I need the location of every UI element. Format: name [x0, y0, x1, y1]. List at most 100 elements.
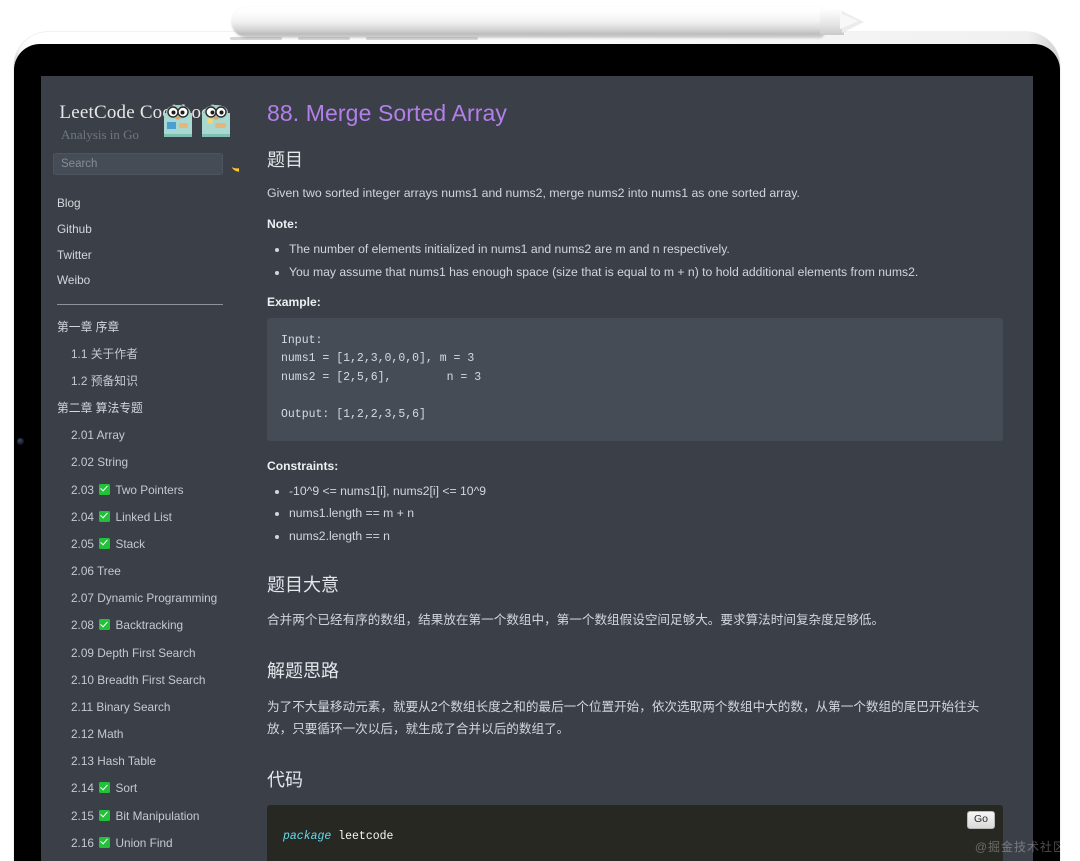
toc-item[interactable]: 2.10 Breadth First Search	[41, 666, 239, 693]
page-title: 88. Merge Sorted Array	[267, 100, 507, 126]
section-heading-summary: 题目大意	[267, 574, 339, 595]
code-block: Go package leetcode func merge(nums1 []i…	[267, 804, 1003, 861]
main-content: 88. Merge Sorted Array 题目 Given two sort…	[239, 76, 1033, 861]
toc-item[interactable]: 2.04 Linked List	[41, 503, 239, 530]
search-input[interactable]	[53, 153, 223, 175]
quicklink-blog[interactable]: Blog	[57, 191, 223, 217]
example-label: Example:	[267, 294, 321, 309]
toc-item[interactable]: 2.13 Hash Table	[41, 748, 239, 775]
toc-item-number: 2.13	[71, 754, 98, 769]
toc-item-label: Two Pointers	[115, 482, 184, 497]
toc-item-number: 2.09	[71, 645, 98, 660]
code-package-name: leetcode	[331, 829, 394, 843]
check-icon	[99, 483, 111, 495]
toc-item-number: 2.15	[71, 808, 98, 823]
constraint-item: nums1.length == m + n	[289, 504, 1003, 522]
code-keyword-package: package	[283, 829, 332, 843]
quicklink-weibo[interactable]: Weibo	[57, 268, 223, 294]
code-content: package leetcode func merge(nums1 []int,…	[283, 827, 987, 861]
toc-item-label: Depth First Search	[97, 645, 196, 660]
toc-item-number: 2.10	[71, 672, 98, 687]
toc-item-label: Backtracking	[115, 618, 184, 633]
section-heading-problem: 题目	[267, 149, 303, 170]
toc-item[interactable]: 2.08 Backtracking	[41, 612, 239, 639]
toc-item-number: 2.07	[71, 591, 98, 606]
toc-item-label: 预备知识	[90, 374, 138, 388]
toc-item-number: 2.03	[71, 482, 98, 497]
toc-item[interactable]: 2.09 Depth First Search	[41, 639, 239, 666]
toc-item[interactable]: 2.17 Sliding Window	[41, 856, 239, 861]
toc-item-number: 2.02	[71, 455, 98, 470]
gopher-icon-2	[202, 105, 230, 137]
toc-item-number: 2.16	[71, 835, 98, 850]
toc-item-label: Math	[97, 727, 124, 742]
toc-item-label: Dynamic Programming	[97, 591, 218, 606]
toc-item-number: 2.01	[71, 428, 97, 443]
toc-item[interactable]: 2.16 Union Find	[41, 829, 239, 856]
quick-links: Blog Github Twitter Weibo	[57, 175, 223, 294]
constraint-item: nums2.length == n	[289, 527, 1003, 545]
toc-item[interactable]: 2.12 Math	[41, 721, 239, 748]
toc-item-label: Tree	[97, 564, 121, 579]
toc-chapter[interactable]: 第一章 序章	[41, 313, 239, 340]
check-icon	[99, 510, 111, 522]
toc-item-number: 2.14	[71, 781, 98, 796]
toc-item-label: Linked List	[115, 509, 172, 524]
front-camera-icon	[17, 438, 24, 445]
section-heading-code: 代码	[267, 770, 303, 791]
toc-item[interactable]: 2.14 Sort	[41, 775, 239, 802]
apple-pencil	[232, 7, 864, 37]
toc-item[interactable]: 2.15 Bit Manipulation	[41, 802, 239, 829]
antenna-line-2	[298, 37, 350, 40]
code-language-badge[interactable]: Go	[966, 810, 995, 830]
constraints-label: Constraints:	[267, 458, 339, 473]
toc-item-label: Hash Table	[97, 754, 157, 769]
toc-item-number: 2.05	[71, 536, 98, 551]
toc-item[interactable]: 1.2 预备知识	[41, 368, 239, 395]
toc-item-number: 1.1	[71, 346, 91, 361]
table-of-contents: 第一章 序章 1.1 关于作者 1.2 预备知识 第二章 算法专题 2.01 Array…	[41, 305, 239, 861]
toc-item-number: 2.06	[71, 564, 98, 579]
toc-item[interactable]: 2.11 Binary Search	[41, 693, 239, 720]
toc-item-label: Bit Manipulation	[115, 808, 200, 823]
check-icon	[99, 809, 111, 821]
toc-item-label: Array	[96, 428, 125, 443]
constraint-item: -10^9 <= nums1[i], nums2[i] <= 10^9	[289, 482, 1003, 500]
toc-item-number: 2.11	[71, 699, 97, 714]
toc-item[interactable]: 2.03 Two Pointers	[41, 476, 239, 503]
toc-item[interactable]: 2.05 Stack	[41, 530, 239, 557]
toc-item[interactable]: 2.02 String	[41, 449, 239, 476]
gopher-icon-1	[164, 105, 192, 137]
note-item: You may assume that nums1 has enough spa…	[289, 263, 1003, 281]
note-label: Note:	[267, 217, 298, 232]
brand-header: LeetCode Cookbook Analysis in Go	[41, 76, 239, 143]
toc-item-number: 1.2	[71, 374, 91, 388]
section-heading-approach: 解题思路	[267, 661, 339, 682]
toc-item-label: Union Find	[115, 835, 173, 850]
toc-item[interactable]: 2.06 Tree	[41, 558, 239, 585]
toc-item-number: 2.12	[71, 727, 98, 742]
toc-item-label: String	[97, 455, 129, 470]
quicklink-twitter[interactable]: Twitter	[57, 243, 223, 269]
antenna-line-3	[366, 37, 478, 40]
approach-text: 为了不大量移动元素，就要从2个数组长度之和的最后一个位置开始，依次选取两个数组中…	[267, 700, 980, 737]
toc-item-number: 2.08	[71, 618, 98, 633]
search-row: 🌙 GO	[41, 143, 239, 175]
sidebar: LeetCode Cookbook Analysis in Go Search …	[41, 76, 239, 861]
toc-chapter[interactable]: 第二章 算法专题	[41, 395, 239, 422]
example-code-block: Input: nums1 = [1,2,3,0,0,0], m = 3 nums…	[267, 317, 1003, 441]
moon-theme-toggle-icon[interactable]: 🌙	[231, 157, 239, 171]
toc-item-label: Binary Search	[96, 699, 171, 714]
toc-item-number: 2.04	[71, 509, 98, 524]
toc-item-label: Breadth First Search	[97, 672, 206, 687]
toc-item-label: Stack	[115, 536, 146, 551]
quicklink-github[interactable]: Github	[57, 217, 223, 243]
note-item: The number of elements initialized in nu…	[289, 240, 1003, 258]
screenshot-stage: LeetCode Cookbook Analysis in Go Search …	[0, 0, 1080, 861]
toc-item[interactable]: 2.01 Array	[41, 422, 239, 449]
toc-item[interactable]: 2.07 Dynamic Programming	[41, 585, 239, 612]
toc-item[interactable]: 1.1 关于作者	[41, 340, 239, 367]
